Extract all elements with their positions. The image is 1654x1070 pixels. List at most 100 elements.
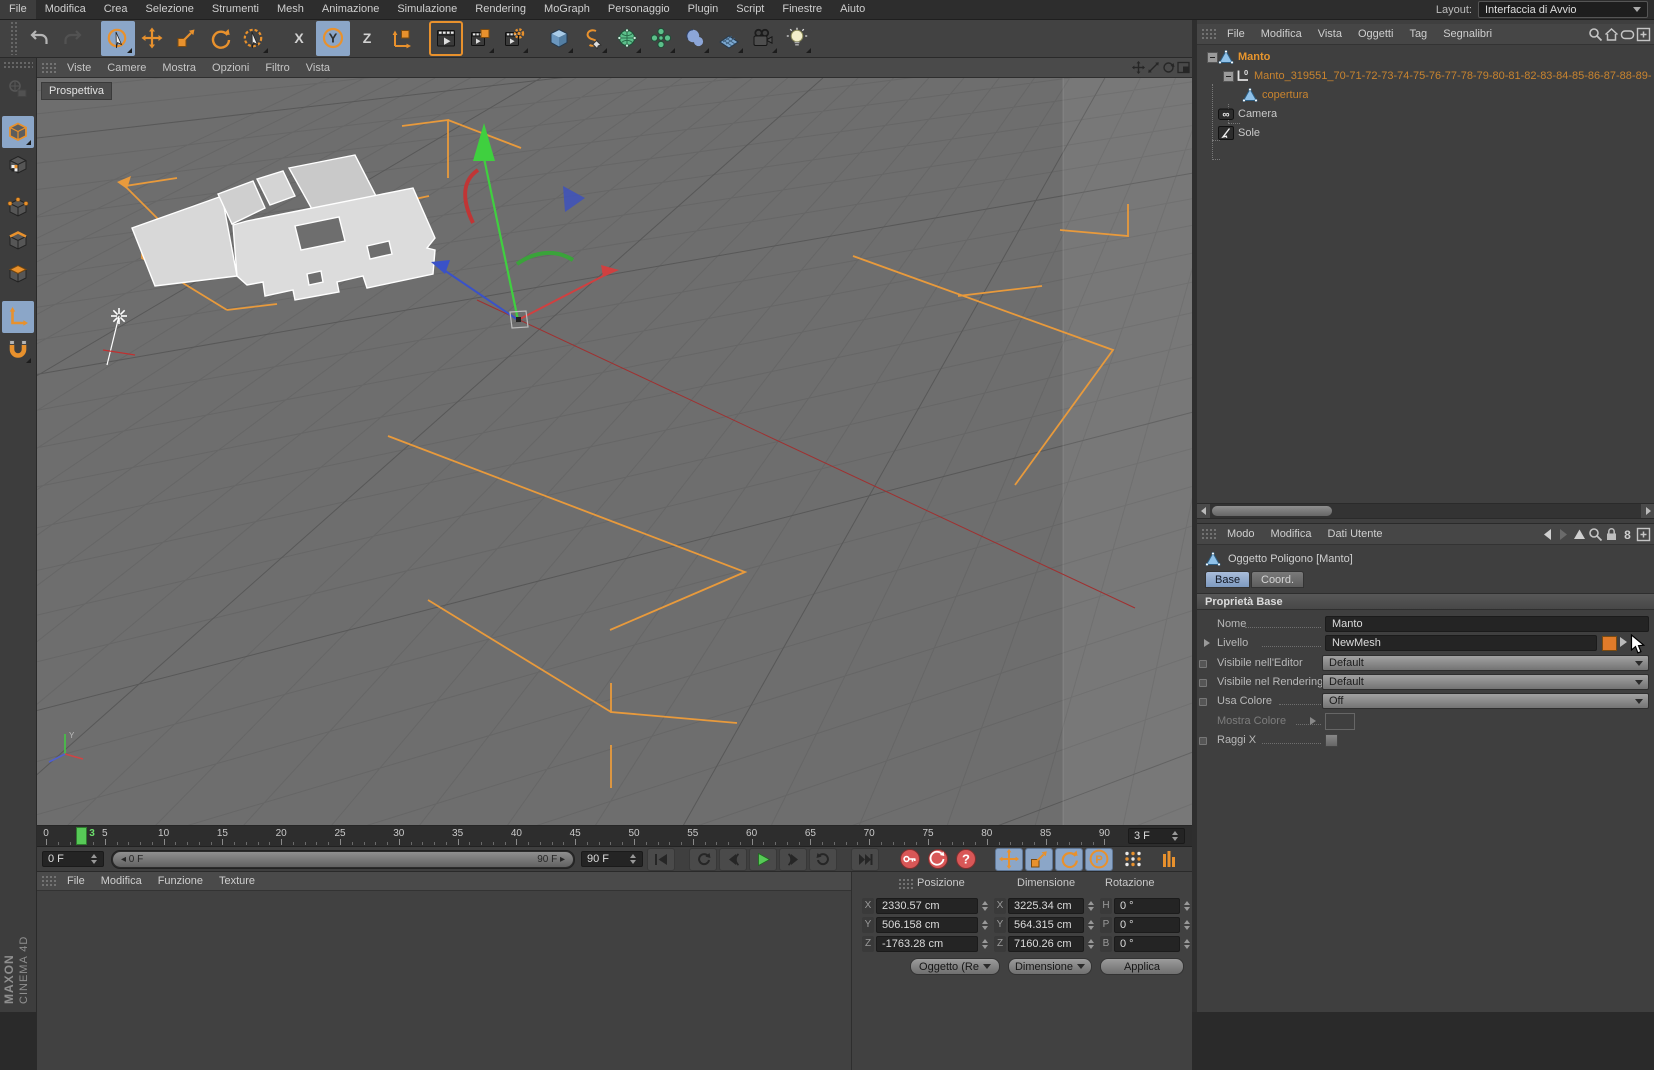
lock-y-axis-button[interactable]: Y xyxy=(316,21,350,56)
light-gizmo[interactable] xyxy=(103,308,135,365)
usa-colore-dropdown[interactable]: Off xyxy=(1322,693,1649,709)
pan-view-icon[interactable] xyxy=(1131,60,1145,76)
layer-field[interactable]: NewMesh xyxy=(1325,635,1597,651)
menu-mograph[interactable]: MoGraph xyxy=(535,0,599,19)
render-region-button[interactable] xyxy=(463,21,497,56)
menu-file[interactable]: File xyxy=(0,0,36,19)
add-subdivision-button[interactable] xyxy=(610,21,644,56)
goto-end-button[interactable] xyxy=(851,848,879,871)
object-manager-drag-handle[interactable] xyxy=(1201,28,1217,40)
menu-simulazione[interactable]: Simulazione xyxy=(388,0,466,19)
add-metaball-button[interactable] xyxy=(678,21,712,56)
animation-toggle[interactable] xyxy=(1199,679,1207,687)
up-arrow-icon[interactable] xyxy=(1572,527,1587,542)
visibile-nel-rendering-dropdown[interactable]: Default xyxy=(1322,674,1649,690)
size-y-field[interactable]: 564.315 cm xyxy=(1008,917,1084,933)
spinner[interactable] xyxy=(980,918,989,932)
viewport-canvas[interactable]: Prospettiva Y xyxy=(37,78,1192,826)
material-menu-funzione[interactable]: Funzione xyxy=(150,872,211,890)
size-x-field[interactable]: 3225.34 cm xyxy=(1008,898,1084,914)
row-expander[interactable] xyxy=(1204,639,1210,647)
spinner[interactable] xyxy=(1182,918,1191,932)
tree-expander[interactable] xyxy=(1223,71,1234,82)
material-drag-handle[interactable] xyxy=(41,875,57,887)
spinner[interactable] xyxy=(1086,899,1095,913)
timeline-ruler[interactable]: 05101520253035404550556065707580859033 F xyxy=(37,826,1192,847)
next-frame-button[interactable] xyxy=(779,848,807,871)
position-x-field[interactable]: 2330.57 cm xyxy=(876,898,978,914)
render-view-button[interactable] xyxy=(429,21,463,56)
goto-start-button[interactable] xyxy=(647,848,675,871)
tree-item-1[interactable]: Manto_319551_70-71-72-73-74-75-76-77-78-… xyxy=(1254,70,1652,82)
coord-drag-handle[interactable] xyxy=(898,878,914,890)
link-icon[interactable]: 8 xyxy=(1620,527,1635,542)
rotate-view-icon[interactable] xyxy=(1161,60,1175,76)
edges-mode-button[interactable] xyxy=(2,225,34,257)
undo-button[interactable] xyxy=(22,21,56,56)
material-menu-texture[interactable]: Texture xyxy=(211,872,263,890)
tree-item-3[interactable]: Camera xyxy=(1238,108,1277,120)
timeline-range-slider[interactable]: ◂ 0 F90 F ▸ xyxy=(111,850,575,869)
spinner[interactable] xyxy=(1086,937,1095,951)
viewport-drag-handle[interactable] xyxy=(41,62,57,74)
texture-mode-button[interactable] xyxy=(2,149,34,181)
raggi-x-checkbox[interactable] xyxy=(1325,734,1338,747)
model-mode-button[interactable] xyxy=(2,116,34,148)
animation-toggle[interactable] xyxy=(1199,660,1207,668)
shade-icon[interactable] xyxy=(1620,27,1635,42)
om-menu-segnalibri[interactable]: Segnalibri xyxy=(1435,24,1500,44)
menu-aiuto[interactable]: Aiuto xyxy=(831,0,874,19)
add-panel-icon[interactable] xyxy=(1636,527,1651,542)
menu-modifica[interactable]: Modifica xyxy=(36,0,95,19)
menu-selezione[interactable]: Selezione xyxy=(137,0,203,19)
nome-field[interactable]: Manto xyxy=(1325,616,1649,632)
viewport-menu-filtro[interactable]: Filtro xyxy=(257,58,297,78)
om-menu-tag[interactable]: Tag xyxy=(1401,24,1435,44)
add-floor-button[interactable] xyxy=(712,21,746,56)
attribute-drag-handle[interactable] xyxy=(1201,528,1217,540)
coordinate-system-button[interactable] xyxy=(384,21,418,56)
am-menu-modo[interactable]: Modo xyxy=(1219,524,1263,544)
scrollbar-thumb[interactable] xyxy=(1212,506,1332,516)
position-y-field[interactable]: 506.158 cm xyxy=(876,917,978,933)
snap-magnet-button[interactable] xyxy=(2,334,34,366)
position-z-field[interactable]: -1763.28 cm xyxy=(876,936,978,952)
rail-drag-handle[interactable] xyxy=(3,61,33,69)
axis-mode-button[interactable] xyxy=(2,301,34,333)
visibile-nell-editor-dropdown[interactable]: Default xyxy=(1322,655,1649,671)
rotate-tool[interactable] xyxy=(203,21,237,56)
key-scale-toggle[interactable] xyxy=(1025,848,1053,871)
object-manager-hscrollbar[interactable] xyxy=(1197,503,1654,519)
layer-flyout-icon[interactable] xyxy=(1620,637,1627,647)
viewport-menu-viste[interactable]: Viste xyxy=(59,58,99,78)
add-panel-icon[interactable] xyxy=(1636,27,1651,42)
position-mode-dropdown[interactable]: Oggetto (Re xyxy=(910,958,1000,975)
tree-item-0[interactable]: Manto xyxy=(1238,51,1270,63)
scale-tool[interactable] xyxy=(169,21,203,56)
points-mode-button[interactable] xyxy=(2,192,34,224)
polygons-mode-button[interactable] xyxy=(2,258,34,290)
spinner[interactable] xyxy=(1182,937,1191,951)
size-z-field[interactable]: 7160.26 cm xyxy=(1008,936,1084,952)
tab-coord[interactable]: Coord. xyxy=(1251,571,1304,588)
live-selection-tool[interactable] xyxy=(101,21,135,56)
menu-animazione[interactable]: Animazione xyxy=(313,0,388,19)
view-label[interactable]: Prospettiva xyxy=(41,82,112,100)
lock-icon[interactable] xyxy=(1604,527,1619,542)
add-array-button[interactable] xyxy=(644,21,678,56)
loop-end-field[interactable]: 90 F xyxy=(581,851,643,867)
add-spline-button[interactable] xyxy=(576,21,610,56)
search-icon[interactable] xyxy=(1588,527,1603,542)
play-backward-button[interactable] xyxy=(689,848,717,871)
size-mode-dropdown[interactable]: Dimensione xyxy=(1008,958,1092,975)
om-menu-modifica[interactable]: Modifica xyxy=(1253,24,1310,44)
render-settings-button[interactable] xyxy=(497,21,531,56)
move-tool[interactable] xyxy=(135,21,169,56)
scroll-left-icon[interactable] xyxy=(1197,504,1210,518)
layer-color-swatch[interactable] xyxy=(1602,636,1617,651)
home-icon[interactable] xyxy=(1604,27,1619,42)
back-icon[interactable] xyxy=(1540,527,1555,542)
autokey-button[interactable] xyxy=(925,849,951,870)
apply-button[interactable]: Applica xyxy=(1100,958,1184,975)
timeline-window-button[interactable] xyxy=(1155,848,1183,871)
